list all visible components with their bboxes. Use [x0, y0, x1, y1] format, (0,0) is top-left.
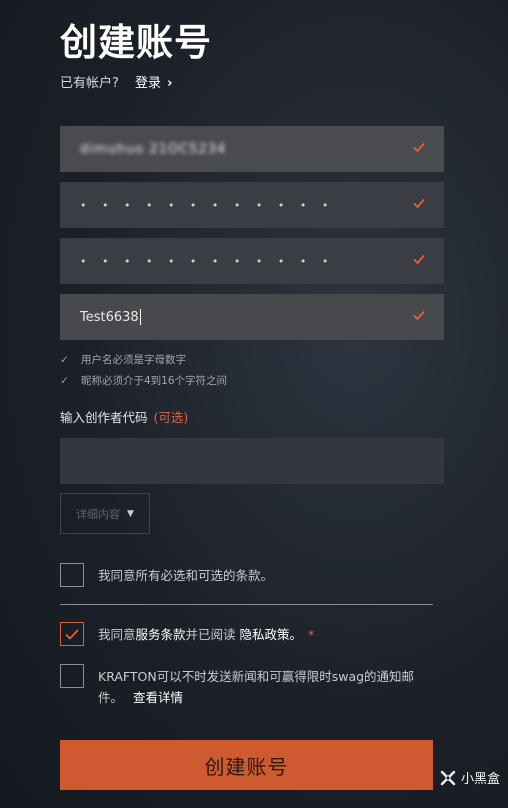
login-link-label: 登录 — [135, 76, 162, 91]
watermark-text: 小黑盒 — [460, 772, 500, 787]
news-line-1: KRAFTON可以不时发送新闻和可赢得限时swag的通知邮 — [98, 669, 415, 684]
privacy-policy-link[interactable]: 隐私政策。 — [240, 627, 303, 642]
terms-middle: 并已阅读 — [185, 627, 236, 642]
password-value: • • • • • • • • • • • • — [80, 198, 335, 212]
password-field[interactable]: • • • • • • • • • • • • — [60, 182, 444, 228]
news-consent-label: KRAFTON可以不时发送新闻和可赢得限时swag的通知邮 件。 查看详情 — [98, 666, 414, 708]
xiaoheihe-logo-icon — [440, 770, 456, 785]
creator-code-label-text: 输入创作者代码 — [60, 410, 148, 425]
news-consent-checkbox[interactable] — [60, 664, 84, 688]
creator-code-label: 输入创作者代码 (可选) — [60, 407, 188, 426]
view-details-link[interactable]: 查看详情 — [133, 690, 183, 705]
agree-all-checkbox[interactable] — [60, 563, 84, 587]
terms-checkbox[interactable] — [60, 622, 84, 646]
details-button-label: 详细内容 — [76, 507, 121, 521]
confirm-password-value: • • • • • • • • • • • • — [80, 254, 335, 268]
create-account-button[interactable]: 创建账号 — [60, 740, 433, 790]
agree-all-label: 我同意所有必选和可选的条款。 — [98, 568, 274, 583]
required-asterisk: * — [308, 627, 315, 642]
details-button[interactable]: 详细内容 ▼ — [60, 493, 150, 534]
have-account-text: 已有帐户? — [60, 76, 119, 91]
username-value: Test6638 — [80, 309, 139, 325]
small-check-icon: ✓ — [60, 375, 69, 387]
optional-tag: (可选) — [153, 410, 189, 425]
checkmark-icon — [413, 198, 425, 209]
username-hint-alphanumeric: ✓ 用户名必须是字母数字 — [60, 352, 186, 367]
text-caret — [139, 309, 141, 325]
terms-label: 我同意服务条款并已阅读 隐私政策。 * — [98, 624, 314, 645]
email-value: dimuhuo 21OC5234 — [80, 141, 227, 157]
confirm-password-field[interactable]: • • • • • • • • • • • • — [60, 238, 444, 284]
hint-text: 用户名必须是字母数字 — [81, 354, 186, 366]
terms-prefix: 我同意 — [98, 627, 136, 642]
chevron-down-icon: ▼ — [127, 508, 134, 519]
nickname-hint-length: ✓ 昵称必须介于4到16个字符之间 — [60, 373, 227, 388]
news-line-2-text: 件。 — [98, 690, 124, 705]
login-prompt: 已有帐户? 登录 › — [60, 72, 172, 91]
divider — [60, 604, 433, 605]
page-title: 创建账号 — [60, 21, 212, 64]
checkmark-icon — [413, 310, 425, 321]
username-field[interactable]: Test6638 — [60, 294, 444, 340]
login-link[interactable]: 登录 › — [135, 76, 172, 91]
watermark: 小黑盒 — [439, 768, 500, 787]
checkmark-icon — [413, 142, 425, 153]
terms-of-service-link[interactable]: 服务条款 — [136, 627, 186, 642]
chevron-right-icon: › — [167, 76, 173, 91]
creator-code-input[interactable] — [60, 438, 444, 484]
checkmark-icon — [65, 629, 79, 640]
small-check-icon: ✓ — [60, 354, 69, 366]
hint-text: 昵称必须介于4到16个字符之间 — [81, 375, 228, 387]
email-field[interactable]: dimuhuo 21OC5234 — [60, 126, 444, 172]
news-line-2: 件。 查看详情 — [98, 687, 414, 708]
checkmark-icon — [413, 254, 425, 265]
